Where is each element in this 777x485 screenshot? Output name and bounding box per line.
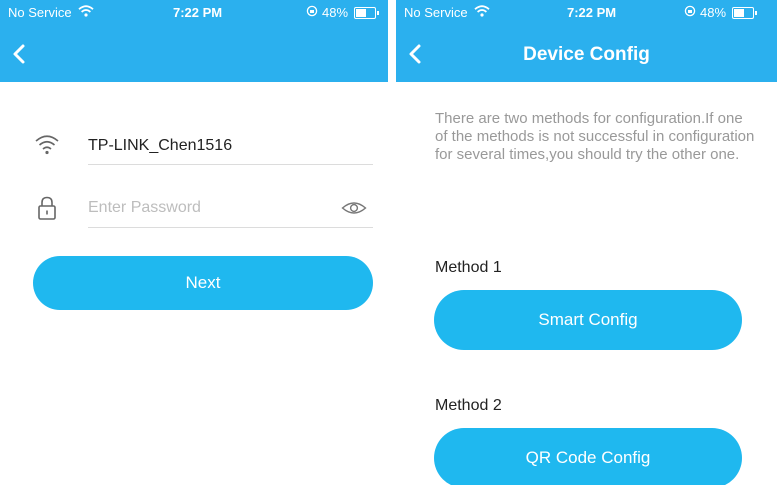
password-divider xyxy=(88,227,373,228)
page-title: Device Config xyxy=(523,44,650,65)
status-time: 7:22 PM xyxy=(567,5,617,20)
rotation-lock-icon xyxy=(684,5,696,20)
screenshot-stage: No Service 7:22 PM 48% TP-LINK_Chen1516 … xyxy=(0,0,777,485)
config-description: There are two methods for configuration.… xyxy=(435,110,755,163)
carrier-status: No Service xyxy=(8,5,94,20)
status-bar: No Service 7:22 PM 48% xyxy=(396,0,777,26)
carrier-label: No Service xyxy=(404,5,468,20)
device-config-screen: No Service 7:22 PM 48% Device Config The… xyxy=(396,0,777,485)
battery-status: 48% xyxy=(306,5,380,20)
show-password-toggle[interactable] xyxy=(341,198,367,218)
method1-label: Method 1 xyxy=(435,259,502,276)
signal-wifi-icon xyxy=(77,5,94,20)
ssid-divider xyxy=(88,164,373,165)
password-row xyxy=(33,188,373,228)
password-input[interactable] xyxy=(88,194,323,222)
battery-percent: 48% xyxy=(322,5,349,20)
wifi-icon xyxy=(33,131,61,159)
carrier-label: No Service xyxy=(8,5,72,20)
wifi-ssid-row: TP-LINK_Chen1516 xyxy=(33,125,373,165)
app-header: No Service 7:22 PM xyxy=(396,0,777,82)
signal-wifi-icon xyxy=(473,5,490,20)
rotation-lock-icon xyxy=(306,5,318,20)
battery-icon xyxy=(354,6,380,19)
status-bar: No Service 7:22 PM 48% xyxy=(0,0,388,26)
back-button[interactable] xyxy=(6,40,34,68)
wifi-setup-screen: No Service 7:22 PM 48% TP-LINK_Chen1516 … xyxy=(0,0,388,485)
method2-label: Method 2 xyxy=(435,397,502,414)
battery-percent: 48% xyxy=(700,5,727,20)
nav-bar: Device Config xyxy=(396,30,777,78)
battery-icon xyxy=(732,6,758,19)
status-time: 7:22 PM xyxy=(173,5,223,20)
wifi-ssid: TP-LINK_Chen1516 xyxy=(88,137,233,154)
chevron-left-icon xyxy=(13,44,25,64)
lock-icon xyxy=(33,194,61,222)
smart-config-button[interactable]: Smart Config xyxy=(434,290,742,350)
carrier-status: No Service xyxy=(404,5,490,20)
app-header: No Service 7:22 PM xyxy=(0,0,388,82)
eye-icon xyxy=(341,202,367,214)
qr-code-config-button[interactable]: QR Code Config xyxy=(434,428,742,485)
nav-bar xyxy=(0,30,388,78)
battery-status: 48% xyxy=(684,5,758,20)
next-button[interactable]: Next xyxy=(33,256,373,310)
